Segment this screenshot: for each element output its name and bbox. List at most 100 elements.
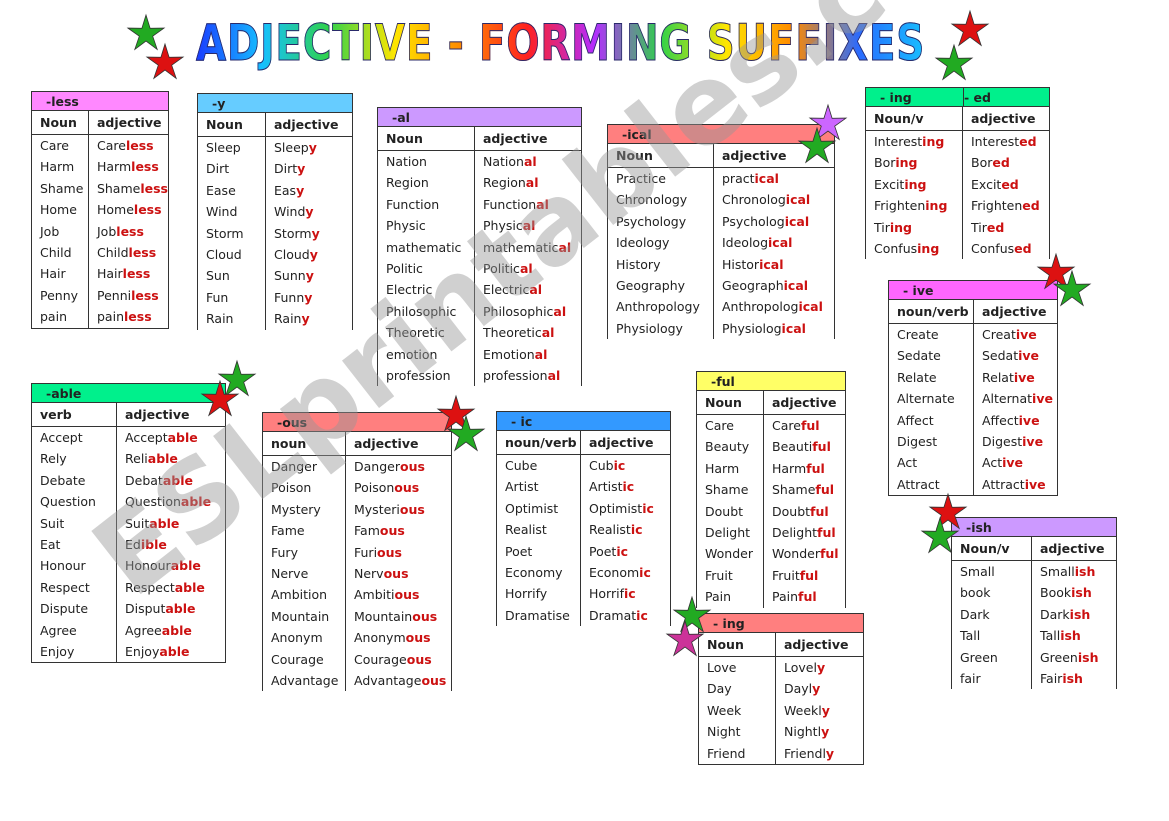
base-cell: Mountain <box>263 605 346 628</box>
column-header-adjective: adjective <box>354 436 419 451</box>
table-row: emotion Emotional <box>378 343 581 365</box>
table-row: Chronology Chronological <box>608 189 834 211</box>
adjective-stem: Hair <box>97 266 123 282</box>
base-word: Small <box>960 564 995 579</box>
base-cell: Dark <box>952 603 1032 626</box>
adjective-suffix: ic <box>616 543 629 559</box>
base-cell: mathematic <box>378 236 475 258</box>
base-word: pain <box>40 309 67 325</box>
base-cell: Create <box>889 324 974 346</box>
adjective-suffix: al <box>541 325 555 341</box>
star-icon <box>934 43 974 81</box>
base-cell: Hair <box>32 263 89 285</box>
adjective-suffix: able <box>147 451 178 467</box>
adjective-suffix: y <box>297 161 306 177</box>
suffix-label: - ive <box>903 283 934 298</box>
suffix-table-less: -less Noun adjective Care Careless Harm … <box>31 91 169 329</box>
adjective-suffix: able <box>161 622 192 638</box>
table-row: Beauty Beautiful <box>697 436 845 458</box>
base-word: Physiology <box>616 320 683 336</box>
base-cell: Honour <box>32 555 117 577</box>
adjective-cell: Hairless <box>89 263 168 284</box>
adjective-suffix: able <box>149 515 180 531</box>
adjective-cell: Interested <box>963 131 1049 152</box>
adjective-cell: professional <box>475 365 581 386</box>
adjective-cell: Optimistic <box>581 498 670 519</box>
base-word: fair <box>960 670 981 686</box>
adjective-suffix: ical <box>754 171 779 186</box>
adjective-cell: Cubic <box>581 455 670 476</box>
base-word: Beauty <box>705 439 750 455</box>
base-cell: Nation <box>378 151 475 173</box>
adjective-suffix: able <box>167 430 198 445</box>
adjective-cell: Horrific <box>581 583 670 604</box>
suffix-table-ic: - ic noun/verb adjective Cube Cubic Arti… <box>496 411 671 627</box>
adjective-stem: Frighten <box>971 198 1023 214</box>
base-word: Digest <box>897 433 938 449</box>
adjective-stem: Poet <box>589 543 617 559</box>
table-row: Anthropology Anthropological <box>608 296 834 318</box>
base-word: Respect <box>40 579 90 595</box>
base-cell: Poet <box>497 540 581 562</box>
base-word: Question <box>40 494 96 510</box>
adjective-stem: Fruit <box>772 567 800 583</box>
table-row: Cloud Cloudy <box>198 243 352 266</box>
base-word: Storm <box>206 225 244 241</box>
adjective-suffix: ive <box>1018 348 1040 364</box>
adjective-cell: Attractive <box>974 474 1057 495</box>
table-row: Physic Physical <box>378 215 581 237</box>
adjective-suffix: less <box>133 202 162 218</box>
adjective-cell: Poisonous <box>346 477 451 498</box>
adjective-stem: Tall <box>1040 628 1061 644</box>
adjective-cell: Digestive <box>974 431 1057 452</box>
base-word: Function <box>386 196 440 212</box>
table-row: Psychology Psychological <box>608 210 834 233</box>
adjective-stem: Accept <box>125 430 168 445</box>
adjective-cell: Dramatic <box>581 605 670 626</box>
table-row: Create Creative <box>889 324 1057 346</box>
adjective-stem: Lovel <box>784 660 817 675</box>
adjective-stem: Physiolog <box>722 320 782 336</box>
adjective-suffix: ous <box>394 587 420 603</box>
base-cell: Ideology <box>608 232 714 254</box>
suffix: ing <box>922 134 945 149</box>
adjective-suffix: ous <box>383 565 409 581</box>
adjective-suffix: able <box>162 472 193 488</box>
adjective-cell: Jobless <box>89 221 168 242</box>
adjective-suffix: ical <box>781 320 806 336</box>
base-cell: Cloud <box>198 243 266 266</box>
adjective-cell: mathematical <box>475 237 581 258</box>
suffix-table-ful: -ful Noun adjective Care Careful Beauty … <box>696 371 846 608</box>
table-row: Fruit Fruitful <box>697 564 845 587</box>
base-word: Region <box>386 175 429 191</box>
adjective-cell: Harmful <box>764 458 845 479</box>
table-header: -y <box>197 93 353 113</box>
adjective-stem: Creat <box>982 327 1016 342</box>
adjective-cell: Relative <box>974 367 1057 388</box>
base-word: Suit <box>40 515 65 531</box>
adjective-stem: Fam <box>354 523 380 539</box>
base-word: Friend <box>707 745 746 761</box>
adjective-stem: Harm <box>772 460 807 476</box>
adjective-stem: Sunn <box>274 268 306 284</box>
adjective-cell: Childless <box>89 242 168 263</box>
adjective-stem: Psycholog <box>722 213 785 229</box>
adjective-cell: Lovely <box>776 657 863 678</box>
adjective-suffix: able <box>165 601 196 617</box>
adjective-cell: Suitable <box>117 513 225 534</box>
adjective-stem: Affect <box>982 412 1019 428</box>
adjective-cell: Stormy <box>266 223 352 244</box>
adjective-suffix: ish <box>1074 564 1096 579</box>
adjective-suffix: less <box>116 223 144 239</box>
table-row: Electric Electrical <box>378 279 581 301</box>
adjective-suffix: ful <box>817 524 836 540</box>
table-header: - ing <box>698 613 864 633</box>
base-cell: Dramatise <box>497 604 581 627</box>
base-word: Sun <box>206 268 230 284</box>
adjective-suffix: al <box>553 303 567 319</box>
adjective-stem: Debat <box>125 472 163 488</box>
base-word: Rain <box>206 311 234 327</box>
adjective-suffix: ic <box>623 586 636 602</box>
base-cell: Wind <box>198 201 266 223</box>
column-header-base: noun/verb <box>497 431 581 454</box>
